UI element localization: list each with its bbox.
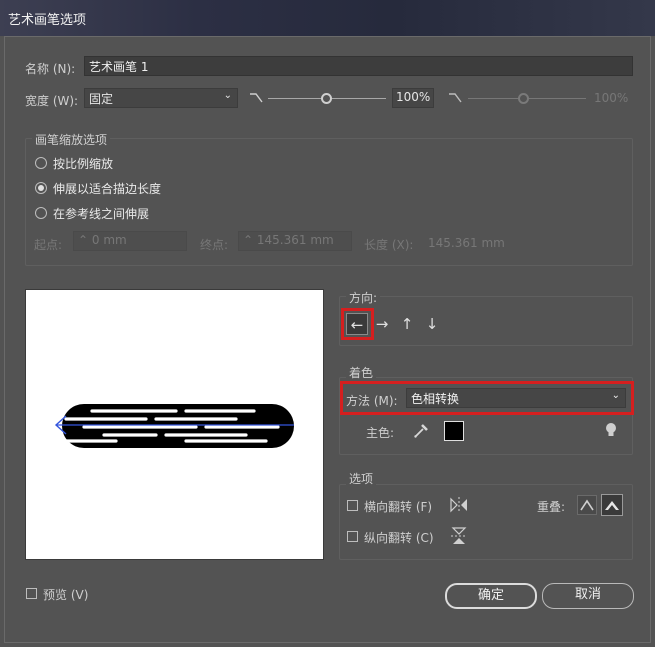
overlap-adjust-corners-button[interactable] <box>577 495 597 515</box>
flip-along-label: 横向翻转 (F) <box>364 500 433 514</box>
radio-proportional-label: 按比例缩放 <box>53 157 114 171</box>
radio-stretch-to-fit-label: 伸展以适合描边长度 <box>53 182 162 196</box>
preview-label: 预览 (V) <box>43 588 89 602</box>
end-stepper-icon: ⌃ <box>243 233 254 247</box>
flip-across-label: 纵向翻转 (C) <box>364 531 434 545</box>
width-select[interactable]: 固定 ⌄ <box>84 88 238 108</box>
key-color-swatch[interactable] <box>444 421 464 441</box>
ok-button-label: 确定 <box>477 588 504 603</box>
arrow-right-icon: → <box>375 315 389 333</box>
cancel-button[interactable]: 取消 <box>542 583 634 609</box>
overlap-no-adjust-icon <box>605 501 619 510</box>
start-stepper-icon: ⌃ <box>78 233 89 247</box>
radio-stretch-between-guides-label: 在参考线之间伸展 <box>53 207 150 221</box>
radio-stretch-to-fit[interactable] <box>35 182 47 194</box>
flip-across-icon <box>451 527 467 544</box>
cancel-button-label: 取消 <box>574 587 601 602</box>
width-percent-input[interactable]: 100% <box>392 88 434 108</box>
options-title: 选项 <box>346 470 377 487</box>
eyedropper-icon[interactable] <box>412 421 430 439</box>
arrow-down-icon: ↓ <box>425 315 439 333</box>
colorization-title: 着色 <box>346 364 377 381</box>
direction-up-button[interactable]: ↑ <box>396 313 418 335</box>
width-max-slider-knob <box>518 93 529 104</box>
end-input: ⌃ 145.361 mm <box>238 231 352 251</box>
end-value: 145.361 mm <box>256 233 334 247</box>
width-label: 宽度 (W): <box>25 94 79 108</box>
start-value: 0 mm <box>91 233 127 247</box>
chevron-down-icon: ⌄ <box>223 90 232 101</box>
overlap-corners-icon <box>580 499 594 511</box>
name-label: 名称 (N): <box>25 62 76 76</box>
flip-across-checkbox[interactable] <box>347 531 358 542</box>
width-select-value: 固定 <box>89 92 114 106</box>
overlap-no-adjust-button[interactable] <box>601 494 623 516</box>
brush-preview <box>25 289 324 560</box>
key-color-label: 主色: <box>366 426 395 440</box>
radio-stretch-between-guides[interactable] <box>35 207 47 219</box>
highlight-method <box>340 381 634 415</box>
width-max-percent-value: 100% <box>594 91 629 105</box>
arrow-up-icon: ↑ <box>400 315 414 333</box>
highlight-direction-left <box>341 308 374 340</box>
width-percent-value: 100% <box>396 90 431 104</box>
scale-options-title: 画笔缩放选项 <box>32 131 111 148</box>
ok-button[interactable]: 确定 <box>445 583 537 609</box>
direction-down-button[interactable]: ↓ <box>421 313 443 335</box>
preview-checkbox[interactable] <box>26 588 37 599</box>
brush-preview-artwork <box>54 404 294 448</box>
flip-along-icon <box>450 497 467 513</box>
direction-title: 方向: <box>346 289 381 306</box>
length-label: 长度 (X): <box>364 238 414 252</box>
pen-pressure-min-icon <box>250 93 263 103</box>
art-brush-options-dialog: 艺术画笔选项 名称 (N): 艺术画笔 1 宽度 (W): 固定 ⌄ 100% … <box>0 0 655 647</box>
overlap-label: 重叠: <box>537 500 566 514</box>
start-label: 起点: <box>34 238 63 252</box>
name-input[interactable]: 艺术画笔 1 <box>84 56 633 76</box>
end-label: 终点: <box>200 238 229 252</box>
length-value: 145.361 mm <box>428 236 505 250</box>
radio-proportional[interactable] <box>35 157 47 169</box>
title-bar[interactable]: 艺术画笔选项 <box>0 0 655 36</box>
flip-along-checkbox[interactable] <box>347 500 358 511</box>
tips-lightbulb-icon[interactable] <box>604 421 618 439</box>
direction-right-button[interactable]: → <box>371 313 393 335</box>
pen-pressure-max-icon <box>449 93 462 103</box>
name-input-value: 艺术画笔 1 <box>89 60 149 74</box>
start-input: ⌃ 0 mm <box>73 231 187 251</box>
width-slider-knob[interactable] <box>321 93 332 104</box>
window-title: 艺术画笔选项 <box>8 13 87 28</box>
